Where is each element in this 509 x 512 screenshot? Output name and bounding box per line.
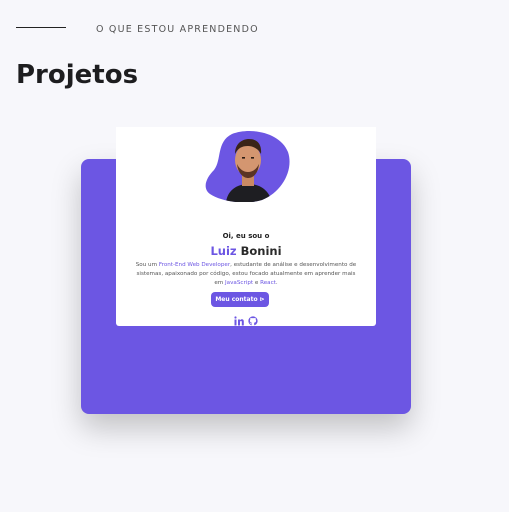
social-links (228, 311, 264, 326)
preview-name-last: Bonini (240, 244, 282, 258)
preview-name: Luiz Bonini (116, 244, 376, 258)
eyebrow-divider (16, 27, 66, 28)
bio-text-1: Sou um (135, 262, 159, 268)
bio-role: Front-End Web Developer (158, 262, 231, 268)
bio-text-4: . (275, 279, 278, 286)
preview-name-first: Luiz (210, 244, 237, 258)
bio-tech-javascript: JavaScript (225, 279, 254, 286)
preview-bio: Sou um Front-End Web Developer, estudant… (134, 261, 358, 287)
avatar (202, 130, 290, 203)
contact-button[interactable]: Meu contato ⊳ (211, 292, 269, 307)
section-eyebrow: O QUE ESTOU APRENDENDO (96, 24, 259, 35)
bio-tech-react: React (260, 279, 276, 286)
preview-greeting: Oi, eu sou o (222, 232, 270, 240)
github-icon[interactable] (248, 311, 258, 326)
project-preview-screenshot[interactable]: Oi, eu sou o Luiz Bonini Sou um Front-En… (116, 127, 376, 326)
projects-section: O QUE ESTOU APRENDENDO Projetos Oi, eu s… (0, 0, 509, 512)
linkedin-icon[interactable] (234, 311, 244, 326)
section-title: Projetos (16, 60, 139, 90)
